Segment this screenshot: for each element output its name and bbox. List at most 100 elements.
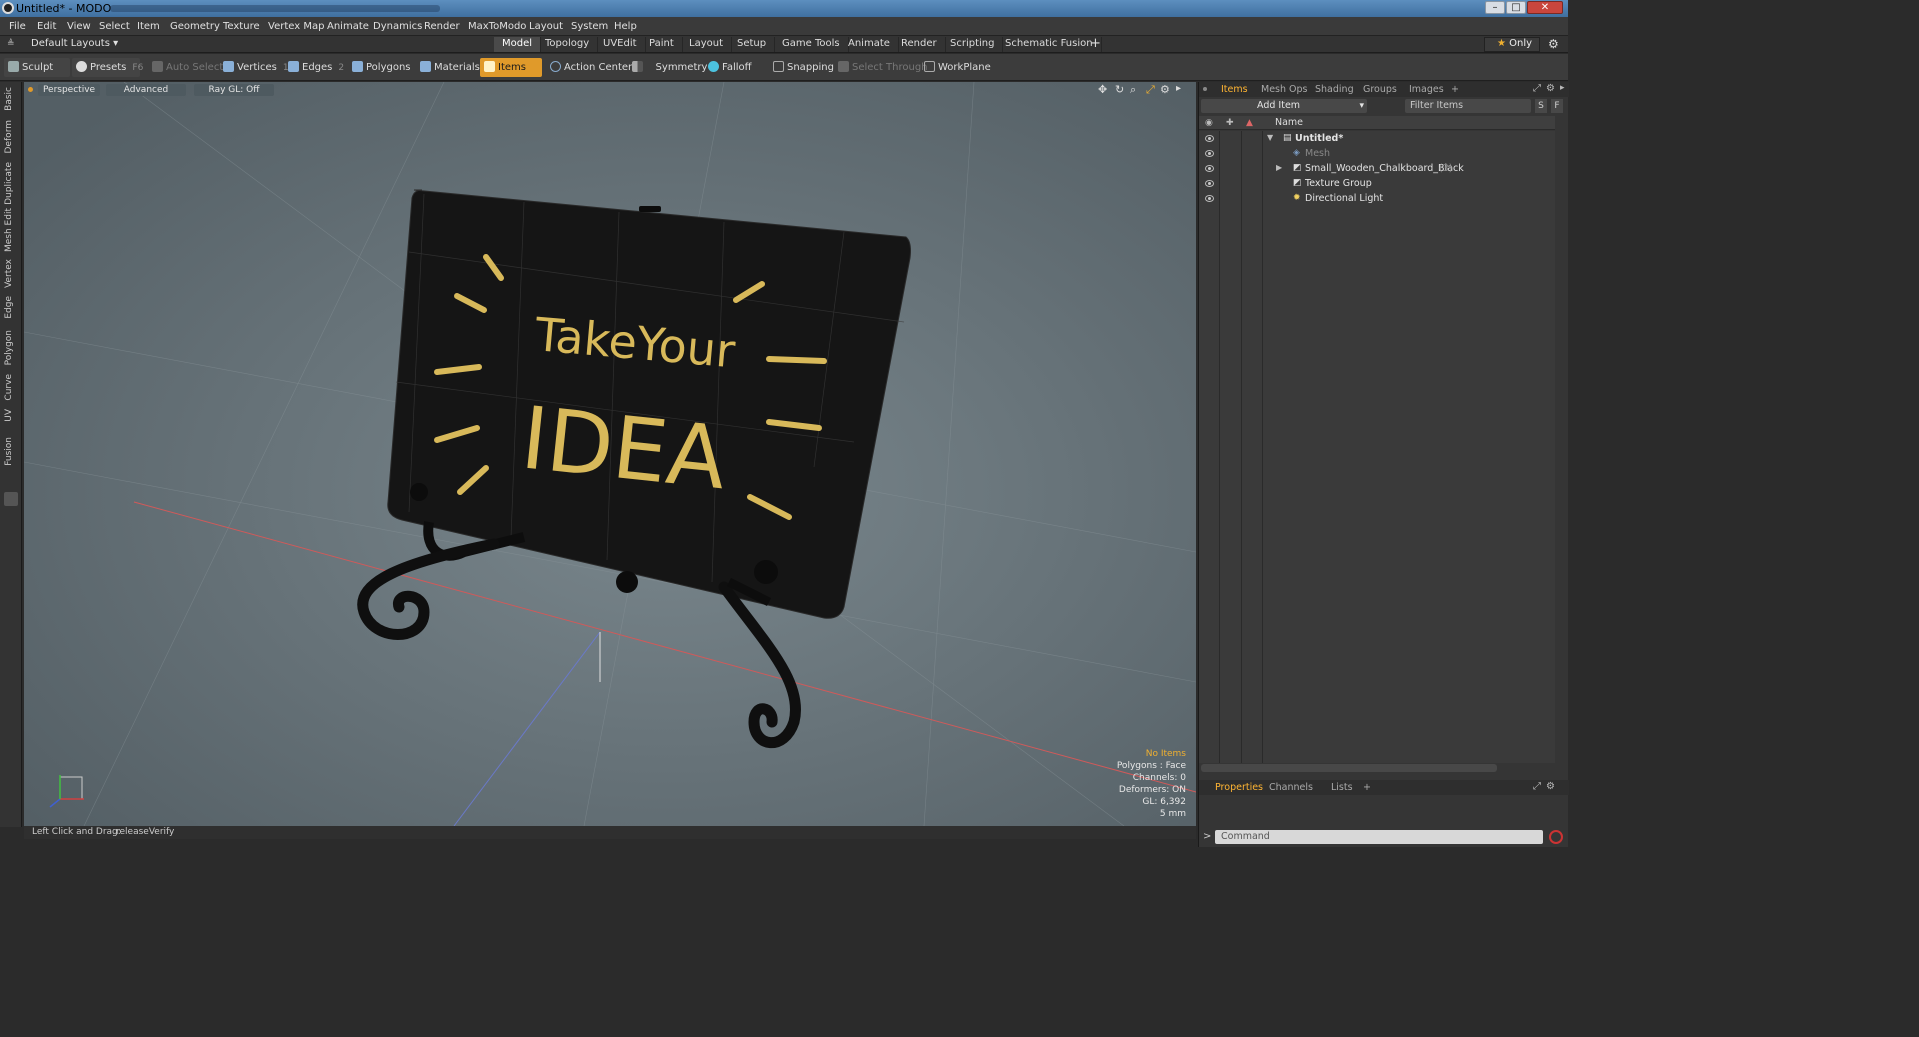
snapping-button[interactable]: Snapping [769, 58, 838, 77]
viewport-expand-icon[interactable]: ▸ [1176, 83, 1181, 94]
default-layouts-dropdown[interactable]: Default Layouts ▾ [31, 38, 118, 49]
tab-lists[interactable]: Lists [1331, 782, 1353, 793]
menu-item[interactable]: Item [137, 21, 160, 32]
tab-curve[interactable]: Curve [4, 374, 14, 401]
move-view-icon[interactable]: ✥ [1098, 83, 1107, 96]
gear-icon[interactable]: ⚙ [1548, 37, 1559, 51]
tab-schematic-fusion[interactable]: Schematic Fusion [997, 37, 1102, 52]
menu-view[interactable]: View [67, 21, 91, 32]
select-through-button[interactable]: Select Through [834, 58, 932, 77]
close-button[interactable]: ✕ [1527, 1, 1563, 14]
zoom-view-icon[interactable]: ⌕ [1130, 83, 1136, 97]
tab-images[interactable]: Images [1409, 84, 1444, 95]
sculpt-button[interactable]: Sculpt [4, 58, 70, 77]
tab-polygon[interactable]: Polygon [4, 330, 14, 365]
only-toggle[interactable]: ★ Only [1484, 37, 1540, 52]
menu-select[interactable]: Select [99, 21, 130, 32]
fit-view-icon[interactable]: ⤢ [1146, 83, 1155, 97]
add-item-dropdown[interactable]: Add Item ▾ [1201, 99, 1367, 113]
tab-vertex[interactable]: Vertex [4, 259, 14, 288]
materials-button[interactable]: Materials [416, 58, 484, 77]
tab-mesh-ops[interactable]: Mesh Ops [1261, 84, 1308, 95]
tab-basic[interactable]: Basic [4, 87, 14, 111]
auto-select-button[interactable]: Auto Select [148, 58, 227, 77]
tab-edge[interactable]: Edge [4, 296, 14, 319]
add-panel-tab-button[interactable]: + [1451, 84, 1459, 95]
eye-icon[interactable] [1205, 195, 1214, 202]
tree-row-directional-light[interactable]: ✹ Directional Light [1199, 192, 1555, 207]
3d-viewport[interactable]: TakeYour IDEA Perspective Advanced Ray G… [24, 82, 1196, 826]
menu-animate[interactable]: Animate [327, 21, 369, 32]
tab-duplicate[interactable]: Duplicate [4, 162, 14, 205]
collapse-arrow-icon[interactable]: ▼ [1267, 133, 1273, 142]
expand-arrow-icon[interactable]: ▶ [1276, 163, 1282, 172]
record-icon[interactable] [1549, 830, 1563, 844]
minimize-button[interactable]: – [1485, 1, 1505, 14]
tab-model[interactable]: Model [494, 37, 542, 52]
perspective-button[interactable]: Perspective [38, 84, 100, 96]
tab-uv[interactable]: UV [4, 409, 14, 422]
menu-system[interactable]: System [571, 21, 608, 32]
tab-game-tools[interactable]: Game Tools [774, 37, 849, 52]
viewport-settings-icon[interactable]: ⚙ [1160, 83, 1170, 96]
f-button[interactable]: F [1551, 99, 1563, 113]
layout-collapse-icon[interactable]: ≜ [7, 39, 15, 49]
tab-channels[interactable]: Channels [1269, 782, 1313, 793]
filter-items-input[interactable]: Filter Items [1405, 99, 1531, 113]
menu-texture[interactable]: Texture [223, 21, 260, 32]
tab-groups[interactable]: Groups [1363, 84, 1397, 95]
raygl-button[interactable]: Ray GL: Off [194, 84, 274, 96]
tab-topology[interactable]: Topology [537, 37, 599, 52]
polygons-button[interactable]: Polygons [348, 58, 415, 77]
edges-button[interactable]: Edges 2 [284, 58, 348, 77]
eye-icon[interactable] [1205, 165, 1214, 172]
maximize-button[interactable]: □ [1506, 1, 1526, 14]
tab-shading[interactable]: Shading [1315, 84, 1354, 95]
add-properties-tab-button[interactable]: + [1363, 782, 1371, 793]
items-button[interactable]: Items [480, 58, 542, 77]
menu-render[interactable]: Render [424, 21, 460, 32]
panel-gear-icon[interactable]: ⚙ [1546, 781, 1555, 792]
tree-row-chalkboard[interactable]: ▶ ◩ Small_Wooden_Chalkboard_Black (3) [1199, 162, 1555, 177]
viewport-menu-dot[interactable] [28, 87, 33, 92]
tree-row-texture-group[interactable]: ◩ Texture Group [1199, 177, 1555, 192]
advanced-button[interactable]: Advanced [106, 84, 186, 96]
panel-arrow-icon[interactable]: ▸ [1560, 83, 1565, 93]
menu-help[interactable]: Help [614, 21, 637, 32]
tab-animate[interactable]: Animate [840, 37, 899, 52]
presets-button[interactable]: Presets F6 [72, 58, 143, 77]
tab-properties[interactable]: Properties [1215, 782, 1263, 793]
tree-row-mesh[interactable]: ◈ Mesh [1199, 147, 1555, 162]
rotate-view-icon[interactable]: ↻ [1115, 83, 1124, 96]
expand-panel-icon[interactable]: ⤢ [1533, 781, 1541, 792]
menu-edit[interactable]: Edit [37, 21, 56, 32]
menu-file[interactable]: File [9, 21, 26, 32]
workplane-button[interactable]: WorkPlane [920, 58, 995, 77]
tab-render[interactable]: Render [893, 37, 946, 52]
menu-maxtomodo[interactable]: MaxToModo [468, 21, 526, 32]
tab-layout[interactable]: Layout [681, 37, 732, 52]
symmetry-button[interactable]: Symmetry [628, 58, 711, 77]
tab-deform[interactable]: Deform [4, 120, 14, 153]
tab-paint[interactable]: Paint [641, 37, 683, 52]
command-input[interactable]: Command [1215, 830, 1543, 844]
eye-icon[interactable] [1205, 180, 1214, 187]
expand-panel-icon[interactable]: ⤢ [1533, 83, 1541, 94]
menu-geometry[interactable]: Geometry [170, 21, 220, 32]
horizontal-scrollbar[interactable] [1201, 764, 1497, 772]
menu-dynamics[interactable]: Dynamics [373, 21, 422, 32]
tool-tabs-toggle-button[interactable] [4, 492, 18, 506]
vertices-button[interactable]: Vertices 1 [219, 58, 293, 77]
eye-icon[interactable] [1205, 150, 1214, 157]
tab-fusion[interactable]: Fusion [4, 437, 14, 466]
panel-gear-icon[interactable]: ⚙ [1546, 83, 1555, 94]
tab-mesh-edit[interactable]: Mesh Edit [4, 208, 14, 252]
eye-icon[interactable] [1205, 135, 1214, 142]
panel-menu-dot[interactable] [1203, 87, 1207, 91]
falloff-button[interactable]: Falloff [704, 58, 756, 77]
menu-layout[interactable]: Layout [529, 21, 563, 32]
tree-row-scene[interactable]: ▼ ▤ Untitled* [1199, 132, 1555, 147]
menu-vertex-map[interactable]: Vertex Map [268, 21, 324, 32]
tab-items[interactable]: Items [1221, 84, 1248, 95]
tab-uvedit[interactable]: UVEdit [595, 37, 646, 52]
